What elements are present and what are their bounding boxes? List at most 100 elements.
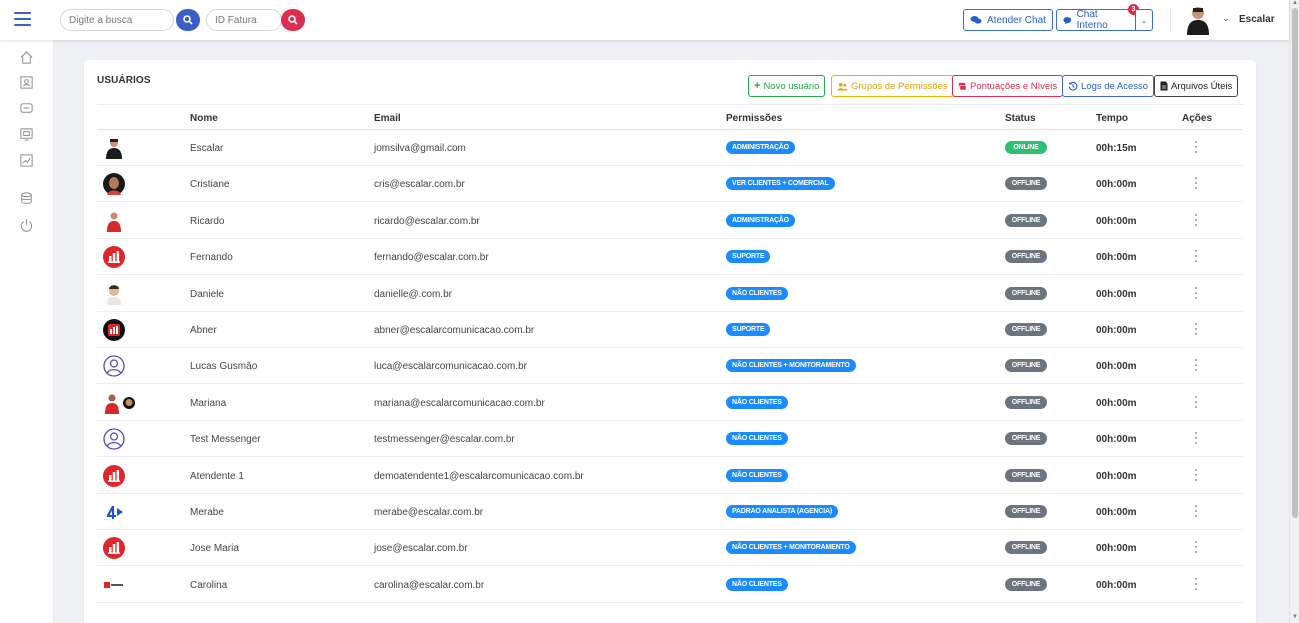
user-name[interactable]: Escalar <box>1239 14 1275 25</box>
user-name: Lucas Gusmão <box>190 361 258 373</box>
user-email: mariana@escalarcomunicacao.com.br <box>374 397 545 409</box>
time-value: 00h:00m <box>1096 361 1137 373</box>
status-badge: OFFLINE <box>1005 213 1047 227</box>
time-value: 00h:00m <box>1096 325 1137 336</box>
row-actions-icon[interactable] <box>1191 321 1201 337</box>
table-row[interactable]: Mariana mariana@escalarcomunicacao.com.br… <box>97 385 1243 421</box>
user-email: merabe@escalar.com.br <box>374 507 484 518</box>
table-row[interactable]: Merabe merabe@escalar.com.br PADRAO ANALIS… <box>97 494 1243 530</box>
useful-files-button[interactable]: Arquivos Úteis <box>1154 75 1239 97</box>
user-name: Fernando <box>190 252 233 264</box>
row-actions-icon[interactable] <box>1191 430 1201 446</box>
time-value: 00h:00m <box>1096 252 1137 264</box>
power-icon[interactable] <box>19 218 34 233</box>
table-row[interactable]: Escalar jomsilva@gmail.com ADMINISTRAÇÃO ON… <box>97 130 1243 166</box>
menu-toggle-icon[interactable] <box>14 12 31 26</box>
time-value: 00h:00m <box>1096 507 1137 518</box>
table-row[interactable]: Daniele danielle@.com.br NÃO CLIENTES OFFLI… <box>97 276 1243 312</box>
table-row[interactable]: Ricardo ricardo@escalar.com.br ADMINISTRAÇ… <box>97 203 1243 239</box>
row-actions-icon[interactable] <box>1191 576 1201 592</box>
table-row[interactable]: Atendente 1 demoatendente1@escalarcomunic… <box>97 458 1243 494</box>
status-badge: OFFLINE <box>1005 286 1047 300</box>
row-actions-icon[interactable] <box>1191 139 1201 155</box>
scores-levels-button[interactable]: Pontuações e Níveis <box>952 75 1064 97</box>
chat-interno-label: Chat Interno <box>1076 9 1108 31</box>
invoice-id-input[interactable] <box>206 9 282 31</box>
chevron-down-icon: ⌄ <box>1140 15 1148 25</box>
status-badge: OFFLINE <box>1005 541 1047 555</box>
database-icon[interactable] <box>19 191 34 206</box>
time-value: 00h:00m <box>1096 288 1137 300</box>
contacts-icon[interactable] <box>19 75 34 90</box>
avatar <box>103 501 125 523</box>
plus-icon: + <box>754 80 761 92</box>
row-actions-icon[interactable] <box>1191 539 1201 555</box>
access-logs-label: Logs de Acesso <box>1081 80 1149 92</box>
time-value: 00h:00m <box>1096 434 1137 446</box>
user-name: Test Messenger <box>190 434 261 446</box>
status-badge: OFFLINE <box>1005 468 1047 482</box>
user-avatar[interactable] <box>1184 5 1212 35</box>
row-actions-icon[interactable] <box>1191 175 1201 191</box>
scroll-thumb[interactable] <box>1292 8 1298 518</box>
status-badge: OFFLINE <box>1005 395 1047 409</box>
user-name: Daniele <box>190 288 224 300</box>
users-icon <box>837 82 848 91</box>
scroll-down-icon[interactable]: ▼ <box>1292 614 1298 620</box>
time-value: 00h:15m <box>1096 143 1137 154</box>
chat-dropdown-button[interactable]: ⌄ <box>1135 9 1153 31</box>
row-actions-icon[interactable] <box>1191 285 1201 301</box>
search-input[interactable] <box>60 9 174 31</box>
status-badge: OFFLINE <box>1005 177 1047 191</box>
status-badge: OFFLINE <box>1005 432 1047 446</box>
row-actions-icon[interactable] <box>1191 357 1201 373</box>
permission-badge: NÃO CLIENTES <box>726 395 788 409</box>
search-button[interactable] <box>176 9 200 31</box>
table-row[interactable]: Fernando fernando@escalar.com.br SUPORTE OF… <box>97 239 1243 276</box>
user-email: fernando@escalar.com.br <box>374 252 489 264</box>
table-row[interactable]: Test Messenger testmessenger@escalar.com.… <box>97 421 1243 458</box>
user-name: Ricardo <box>190 215 225 227</box>
table-row[interactable]: Cristiane cris@escalar.com.br VER CLIENTES… <box>97 166 1243 203</box>
atender-chat-button[interactable]: Atender Chat <box>963 9 1053 31</box>
home-icon[interactable] <box>19 50 34 65</box>
permission-groups-button[interactable]: Grupos de Permissões <box>831 75 954 97</box>
table-row[interactable]: Carolina carolina@escalar.com.br NÃO CLIEN… <box>97 567 1243 603</box>
table-row[interactable]: Abner abner@escalarcomunicacao.com.br SUPO… <box>97 312 1243 348</box>
scores-levels-label: Pontuações e Níveis <box>970 80 1058 92</box>
row-actions-icon[interactable] <box>1191 394 1201 410</box>
scrollbar[interactable]: ▲ ▼ <box>1289 0 1299 623</box>
screen-icon[interactable] <box>19 127 34 142</box>
avatar <box>103 173 125 196</box>
access-logs-button[interactable]: Logs de Acesso <box>1062 75 1155 97</box>
header-status: Status <box>1005 113 1036 124</box>
time-value: 00h:00m <box>1096 215 1137 227</box>
user-email: testmessenger@escalar.com.br <box>374 434 515 446</box>
user-email: carolina@escalar.com.br <box>374 579 485 591</box>
row-actions-icon[interactable] <box>1191 503 1201 519</box>
permission-groups-label: Grupos de Permissões <box>851 80 948 92</box>
permission-badge: NÃO CLIENTES + MONITORAMENTO <box>726 359 856 373</box>
row-actions-icon[interactable] <box>1191 467 1201 483</box>
invoice-search-button[interactable] <box>281 9 305 31</box>
user-email: danielle@.com.br <box>374 288 452 300</box>
row-actions-icon[interactable] <box>1191 212 1201 228</box>
status-badge: OFFLINE <box>1005 577 1047 591</box>
chevron-down-icon[interactable]: ⌄ <box>1222 13 1230 24</box>
chat-interno-button[interactable]: Chat Interno <box>1056 9 1136 31</box>
row-actions-icon[interactable] <box>1191 248 1201 264</box>
time-value: 00h:00m <box>1096 543 1137 555</box>
permission-badge: PADRAO ANALISTA (AGENCIA) <box>726 505 838 518</box>
new-user-button[interactable]: + Novo usuário <box>748 75 826 97</box>
table-row[interactable]: Lucas Gusmão luca@escalarcomunicacao.com.… <box>97 348 1243 385</box>
chart-icon[interactable] <box>19 153 34 168</box>
table-row[interactable]: Jose Maria jose@escalar.com.br NÃO CLIENTE… <box>97 530 1243 567</box>
chat-bubbles-icon <box>970 16 982 24</box>
avatar <box>103 355 125 378</box>
user-email: cris@escalar.com.br <box>374 179 465 191</box>
user-name: Escalar <box>190 143 224 154</box>
scroll-up-icon[interactable]: ▲ <box>1292 0 1298 6</box>
new-user-label: Novo usuário <box>763 80 820 92</box>
chat-icon[interactable] <box>19 101 34 116</box>
permission-badge: SUPORTE <box>726 250 771 264</box>
